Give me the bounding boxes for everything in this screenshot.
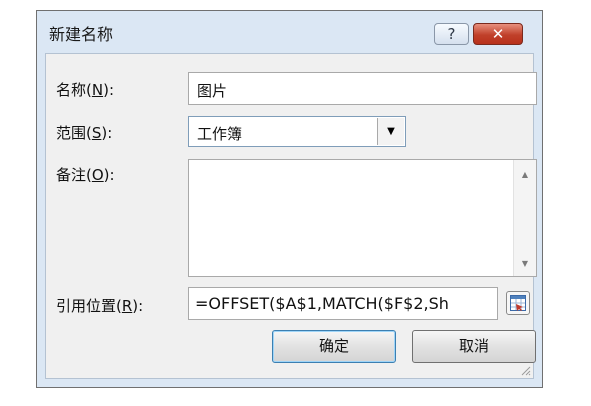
refers-to-label: 引用位置(R): — [56, 297, 144, 315]
collapse-dialog-icon — [510, 295, 526, 311]
close-button[interactable]: ✕ — [473, 23, 523, 45]
cancel-button[interactable]: 取消 — [412, 330, 536, 363]
scroll-down-icon[interactable]: ▼ — [514, 259, 536, 268]
name-input[interactable]: 图片 — [188, 72, 537, 105]
dialog-body: 名称(N): 图片 范围(S): 工作簿 ▼ 备注(O): ▲ ▼ 引用位置(R… — [45, 53, 537, 379]
ok-button[interactable]: 确定 — [272, 330, 396, 363]
comment-scrollbar[interactable]: ▲ ▼ — [513, 160, 536, 276]
dialog-title: 新建名称 — [49, 25, 114, 44]
comment-textarea[interactable]: ▲ ▼ — [188, 159, 537, 277]
close-icon: ✕ — [491, 25, 505, 43]
name-label: 名称(N): — [56, 81, 114, 99]
scope-label: 范围(S): — [56, 124, 113, 142]
question-mark-icon: ? — [447, 25, 456, 43]
chevron-down-icon[interactable]: ▼ — [377, 118, 404, 145]
new-name-dialog: 新建名称 ? ✕ 名称(N): 图片 范围(S): 工作簿 ▼ 备注(O): ▲… — [36, 10, 543, 388]
comment-label: 备注(O): — [56, 166, 115, 184]
scope-value: 工作簿 — [197, 125, 243, 143]
scope-select[interactable]: 工作簿 ▼ — [188, 116, 406, 147]
range-select-button[interactable] — [506, 291, 530, 315]
help-button[interactable]: ? — [434, 23, 469, 45]
refers-to-input[interactable]: =OFFSET($A$1,MATCH($F$2,Sh — [188, 287, 498, 320]
title-bar[interactable]: 新建名称 ? ✕ — [37, 11, 542, 53]
resize-grip-icon[interactable] — [519, 364, 531, 376]
scroll-up-icon[interactable]: ▲ — [514, 170, 536, 179]
